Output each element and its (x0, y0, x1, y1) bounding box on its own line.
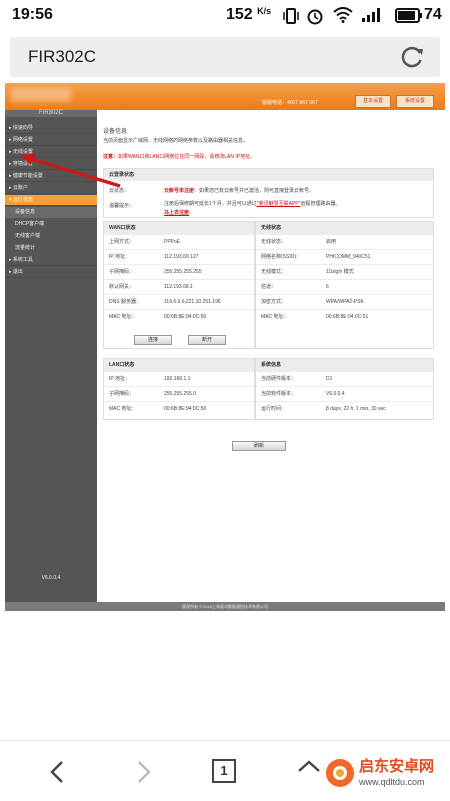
page-title: FIR302C (28, 47, 97, 66)
wan-card-head: WAN口状态 (104, 222, 254, 234)
connect-button[interactable]: 连接 (134, 335, 172, 345)
cloud-card-head: 云登录状态 (104, 169, 433, 181)
cloud-status-card: 云登录状态 云状态： 云帐号未注册：如果您已有云帐号并已激活，则可直接登录云帐号… (103, 168, 434, 218)
menu-quick-guide[interactable]: ▸ 快速向导 (5, 123, 97, 134)
tip-text: 注册后保修期可延长1个月，并且可以通过"斐讯魅慧互联APP"远程管理路由器。 (164, 201, 341, 207)
cloud-state-value: 云帐号未注册：如果您已有云帐号并已激活，则可直接登录云帐号。 (164, 188, 315, 194)
system-settings-button[interactable]: 系统设置 (396, 95, 434, 108)
router-header: 客服电话：4007 867 567 基本设置 系统设置 (5, 83, 445, 110)
network-speed: 152 K/s (226, 6, 272, 23)
lan-row: IP 地址： 192.168.1.1 (104, 371, 254, 386)
refresh-button[interactable]: 刷新 (232, 441, 286, 451)
signal-icon (362, 8, 380, 22)
router-logo (11, 88, 71, 102)
wireless-row: MAC 地址： 00:6B:8E:94:0C:51 (256, 309, 433, 324)
tip-label: 温馨提示： (109, 203, 135, 209)
router-footer: 版权所有 © 2015上海斐讯数据通信技术有限公司 (5, 602, 445, 611)
menu-system-tools[interactable]: ▸ 系统工具 (5, 255, 97, 266)
wireless-row: 加密方式： WPA/WPA2-PSK (256, 294, 433, 309)
system-row: 运行时间： 8 days, 22 h, 1 min, 30 sec (256, 401, 433, 416)
wireless-row: 信道： 6 (256, 279, 433, 294)
system-card-head: 系统信息 (256, 359, 433, 371)
app-link[interactable]: "斐讯魅慧互联APP" (257, 201, 301, 207)
watermark-title: 启东安卓网 (359, 758, 435, 775)
vibrate-icon (283, 8, 299, 24)
battery-level: 74 (424, 6, 442, 23)
service-phone: 客服电话：4007 867 567 (262, 100, 318, 106)
wifi-icon (333, 7, 353, 23)
submenu-traffic-stats[interactable]: 流量统计 (5, 243, 97, 254)
content-title: 设备信息 (103, 129, 128, 135)
site-watermark: 启东安卓网 www.qdltdu.com (322, 753, 444, 793)
disconnect-button[interactable]: 断开 (188, 335, 226, 345)
battery-icon (395, 8, 422, 23)
lan-row: 子网掩码： 255.255.255.0 (104, 386, 254, 401)
submenu-device-info[interactable]: 设备信息 (5, 207, 97, 218)
watermark-url: www.qdltdu.com (359, 777, 425, 787)
submenu-wireless-clients[interactable]: 无线客户端 (5, 231, 97, 242)
wan-row: 默认网关： 112.193.68.1 (104, 279, 254, 294)
router-content: 设备信息 当前页面显示广域网、无线网络的网络参数以及路由器相关信息。 注意：如果… (97, 110, 445, 602)
address-bar[interactable]: FIR302C (10, 37, 440, 77)
submenu-dhcp-clients[interactable]: DHCP客户端 (5, 219, 97, 230)
menu-logout[interactable]: ▸ 退出 (5, 267, 97, 278)
firmware-version: V6.0.0.4 (41, 575, 61, 581)
wireless-card-head: 无线状态 (256, 222, 433, 234)
system-info-card: 系统信息 当前硬件版本： D1 当前软件版本： V6.0.0.4 运行时间： 8 da… (255, 358, 434, 420)
tabs-button[interactable]: 1 (212, 759, 236, 783)
content-note: 注意：如果WAN口和LAN口网络位在同一网段，请修改LAN IP地址。 (103, 154, 256, 160)
menu-running-status[interactable]: ▾ 运行状态 (5, 195, 97, 206)
watermark-logo-icon (326, 759, 354, 787)
lan-row: MAC 地址： 00:6B:8E:94:0C:50 (104, 401, 254, 416)
register-link[interactable]: 马上去注册 (164, 209, 189, 216)
wan-row: DNS 服务器： 119.6.6.6,221.10.251.196 (104, 294, 254, 309)
menu-network-settings[interactable]: ▸ 网络设置 (5, 135, 97, 146)
back-icon[interactable] (45, 759, 71, 785)
router-model: FIR302C (5, 110, 97, 117)
wan-status-card: WAN口状态 上网方式： PPPoE IP 地址： 112.193.69.127 子… (103, 221, 255, 349)
system-row: 当前软件版本： V6.0.0.4 (256, 386, 433, 401)
wireless-status-card: 无线状态 无线状态： 启用 网络名称(SSID)： PHICOMM_940C51 无… (255, 221, 434, 349)
content-description: 当前页面显示广域网、无线网络的网络参数以及路由器相关信息。 (103, 138, 249, 144)
home-icon[interactable] (296, 759, 322, 785)
wan-row: MAC 地址： 00:6B:8E:94:0C:50 (104, 309, 254, 324)
forward-icon[interactable] (130, 759, 156, 785)
reload-icon[interactable] (398, 43, 426, 71)
wan-row: 子网掩码： 255.255.255.255 (104, 264, 254, 279)
wireless-row: 无线状态： 启用 (256, 234, 433, 249)
basic-settings-button[interactable]: 基本设置 (355, 95, 391, 108)
red-arrow-annotation (20, 153, 121, 188)
lan-status-card: LAN口状态 IP 地址： 192.168.1.1 子网掩码： 255.255.25… (103, 358, 255, 420)
status-time: 19:56 (12, 6, 53, 23)
wireless-row: 网络名称(SSID)： PHICOMM_940C51 (256, 249, 433, 264)
lan-card-head: LAN口状态 (104, 359, 254, 371)
system-row: 当前硬件版本： D1 (256, 371, 433, 386)
wan-row: 上网方式： PPPoE (104, 234, 254, 249)
status-bar: 19:56 152 K/s 74 (0, 0, 450, 30)
wan-row: IP 地址： 112.193.69.127 (104, 249, 254, 264)
alarm-icon (307, 9, 323, 25)
wireless-row: 无线模式： 11b/g/n 模式 (256, 264, 433, 279)
